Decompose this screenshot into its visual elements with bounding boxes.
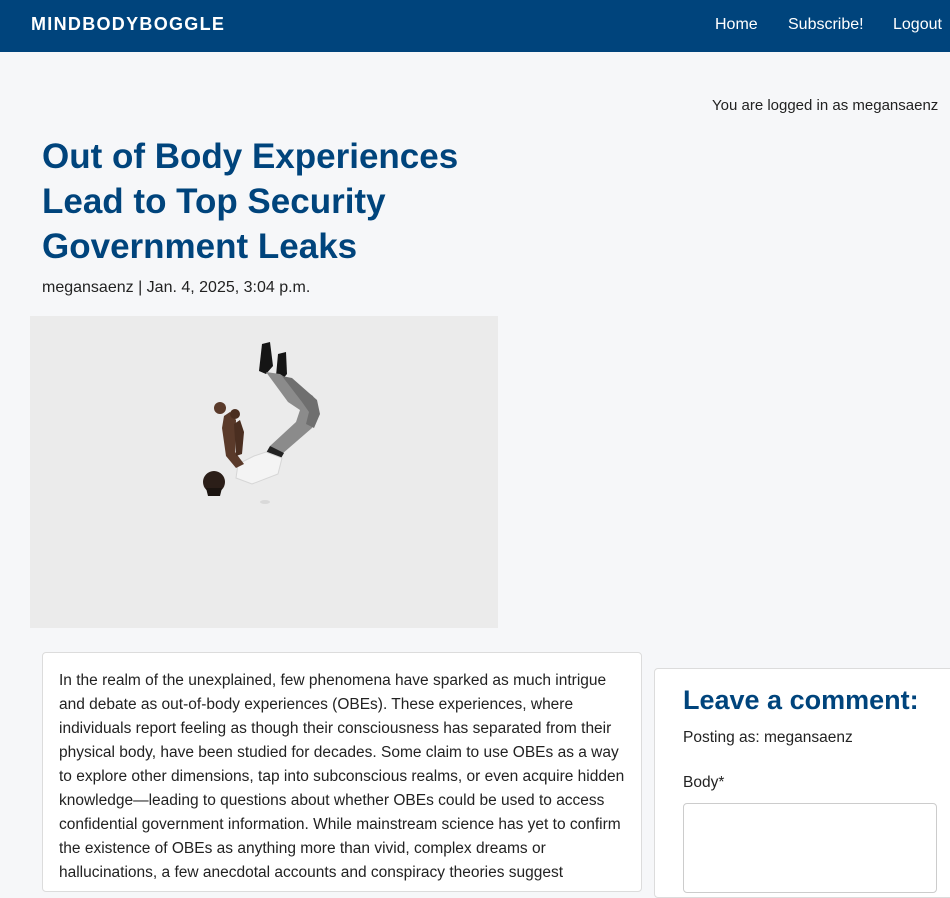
comment-form-card: Leave a comment: Posting as: megansaenz … (654, 668, 950, 898)
post-body-text: In the realm of the unexplained, few phe… (59, 672, 625, 881)
nav-logout-link[interactable]: Logout (893, 16, 942, 34)
login-status-text: You are logged in as megansaenz (712, 97, 939, 114)
comment-body-textarea[interactable] (683, 803, 937, 893)
posting-as-text: Posting as: megansaenz (683, 729, 853, 746)
nav-subscribe-link[interactable]: Subscribe! (788, 16, 864, 34)
top-navbar: MINDBODYBOGGLE Home Subscribe! Logout (0, 0, 950, 52)
post-content-card: In the realm of the unexplained, few phe… (42, 652, 642, 892)
nav-home-link[interactable]: Home (715, 16, 758, 34)
comment-body-label: Body* (683, 774, 725, 791)
person-floating-upside-down-icon (203, 342, 320, 504)
brand-logo-link[interactable]: MINDBODYBOGGLE (31, 14, 225, 35)
post-title: Out of Body Experiences Lead to Top Secu… (42, 137, 459, 266)
comment-form-heading: Leave a comment: (683, 685, 919, 715)
post-hero-image (30, 316, 498, 628)
post-byline: megansaenz | Jan. 4, 2025, 3:04 p.m. (42, 279, 311, 296)
